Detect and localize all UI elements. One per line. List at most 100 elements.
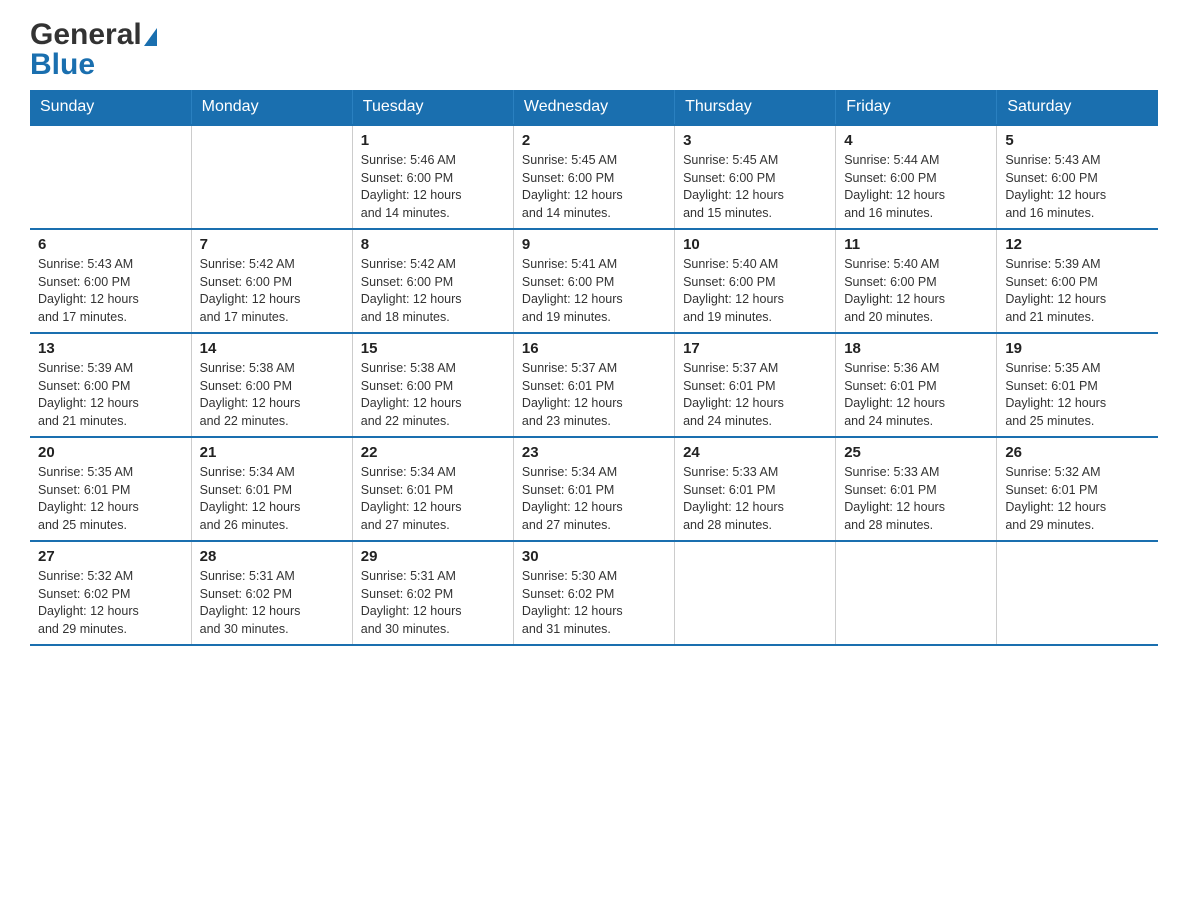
day-number: 9 <box>522 236 666 253</box>
day-number: 26 <box>1005 444 1150 461</box>
day-info: Sunrise: 5:32 AM Sunset: 6:02 PM Dayligh… <box>38 568 183 638</box>
calendar-cell: 10 Sunrise: 5:40 AM Sunset: 6:00 PM Dayli… <box>675 229 836 333</box>
calendar-week-row: 6Sunrise: 5:43 AM Sunset: 6:00 PM Daylig… <box>30 229 1158 333</box>
weekday-header-friday: Friday <box>836 90 997 125</box>
calendar-cell: 1Sunrise: 5:46 AM Sunset: 6:00 PM Daylig… <box>352 125 513 229</box>
calendar-cell: 25 Sunrise: 5:33 AM Sunset: 6:01 PM Dayli… <box>836 437 997 541</box>
day-number: 14 <box>200 340 344 357</box>
calendar-cell: 20 Sunrise: 5:35 AM Sunset: 6:01 PM Dayli… <box>30 437 191 541</box>
day-number: 6 <box>38 236 183 253</box>
day-info: Sunrise: 5:32 AM Sunset: 6:01 PM Dayligh… <box>1005 464 1150 534</box>
day-info: Sunrise: 5:38 AM Sunset: 6:00 PM Dayligh… <box>361 360 505 430</box>
calendar-cell: 29 Sunrise: 5:31 AM Sunset: 6:02 PM Dayli… <box>352 541 513 645</box>
calendar-cell: 6Sunrise: 5:43 AM Sunset: 6:00 PM Daylig… <box>30 229 191 333</box>
day-info: Sunrise: 5:39 AM Sunset: 6:00 PM Dayligh… <box>1005 256 1150 326</box>
day-number: 2 <box>522 132 666 149</box>
calendar-cell: 13 Sunrise: 5:39 AM Sunset: 6:00 PM Dayli… <box>30 333 191 437</box>
day-number: 27 <box>38 548 183 565</box>
calendar-cell: 17 Sunrise: 5:37 AM Sunset: 6:01 PM Dayli… <box>675 333 836 437</box>
logo-combined: General Blue <box>30 20 157 80</box>
calendar-cell: 11Sunrise: 5:40 AM Sunset: 6:00 PM Dayli… <box>836 229 997 333</box>
calendar-week-row: 13 Sunrise: 5:39 AM Sunset: 6:00 PM Dayli… <box>30 333 1158 437</box>
day-info: Sunrise: 5:34 AM Sunset: 6:01 PM Dayligh… <box>361 464 505 534</box>
calendar-cell: 5Sunrise: 5:43 AM Sunset: 6:00 PM Daylig… <box>997 125 1158 229</box>
day-number: 11 <box>844 236 988 253</box>
calendar-week-row: 27 Sunrise: 5:32 AM Sunset: 6:02 PM Dayli… <box>30 541 1158 645</box>
calendar-cell: 30 Sunrise: 5:30 AM Sunset: 6:02 PM Dayli… <box>513 541 674 645</box>
day-info: Sunrise: 5:34 AM Sunset: 6:01 PM Dayligh… <box>522 464 666 534</box>
calendar-cell <box>997 541 1158 645</box>
day-info: Sunrise: 5:35 AM Sunset: 6:01 PM Dayligh… <box>38 464 183 534</box>
day-info: Sunrise: 5:34 AM Sunset: 6:01 PM Dayligh… <box>200 464 344 534</box>
day-number: 23 <box>522 444 666 461</box>
calendar-cell: 22 Sunrise: 5:34 AM Sunset: 6:01 PM Dayli… <box>352 437 513 541</box>
day-info: Sunrise: 5:41 AM Sunset: 6:00 PM Dayligh… <box>522 256 666 326</box>
day-number: 24 <box>683 444 827 461</box>
day-info: Sunrise: 5:45 AM Sunset: 6:00 PM Dayligh… <box>683 152 827 222</box>
weekday-header-saturday: Saturday <box>997 90 1158 125</box>
day-info: Sunrise: 5:31 AM Sunset: 6:02 PM Dayligh… <box>361 568 505 638</box>
day-info: Sunrise: 5:30 AM Sunset: 6:02 PM Dayligh… <box>522 568 666 638</box>
calendar-week-row: 1Sunrise: 5:46 AM Sunset: 6:00 PM Daylig… <box>30 125 1158 229</box>
day-number: 7 <box>200 236 344 253</box>
day-number: 18 <box>844 340 988 357</box>
day-info: Sunrise: 5:35 AM Sunset: 6:01 PM Dayligh… <box>1005 360 1150 430</box>
calendar-cell: 7 Sunrise: 5:42 AM Sunset: 6:00 PM Daylig… <box>191 229 352 333</box>
day-info: Sunrise: 5:45 AM Sunset: 6:00 PM Dayligh… <box>522 152 666 222</box>
day-info: Sunrise: 5:42 AM Sunset: 6:00 PM Dayligh… <box>200 256 344 326</box>
calendar-week-row: 20 Sunrise: 5:35 AM Sunset: 6:01 PM Dayli… <box>30 437 1158 541</box>
calendar-cell: 21 Sunrise: 5:34 AM Sunset: 6:01 PM Dayli… <box>191 437 352 541</box>
day-number: 3 <box>683 132 827 149</box>
calendar-cell: 27 Sunrise: 5:32 AM Sunset: 6:02 PM Dayli… <box>30 541 191 645</box>
calendar-cell: 4Sunrise: 5:44 AM Sunset: 6:00 PM Daylig… <box>836 125 997 229</box>
day-number: 22 <box>361 444 505 461</box>
day-number: 8 <box>361 236 505 253</box>
day-info: Sunrise: 5:40 AM Sunset: 6:00 PM Dayligh… <box>683 256 827 326</box>
calendar-cell: 18Sunrise: 5:36 AM Sunset: 6:01 PM Dayli… <box>836 333 997 437</box>
calendar-cell: 24 Sunrise: 5:33 AM Sunset: 6:01 PM Dayli… <box>675 437 836 541</box>
logo-general-text: General <box>30 20 142 50</box>
calendar-cell: 23 Sunrise: 5:34 AM Sunset: 6:01 PM Dayli… <box>513 437 674 541</box>
calendar-cell: 28 Sunrise: 5:31 AM Sunset: 6:02 PM Dayli… <box>191 541 352 645</box>
day-number: 17 <box>683 340 827 357</box>
day-number: 21 <box>200 444 344 461</box>
day-info: Sunrise: 5:31 AM Sunset: 6:02 PM Dayligh… <box>200 568 344 638</box>
calendar-cell: 9 Sunrise: 5:41 AM Sunset: 6:00 PM Daylig… <box>513 229 674 333</box>
day-info: Sunrise: 5:44 AM Sunset: 6:00 PM Dayligh… <box>844 152 988 222</box>
day-number: 30 <box>522 548 666 565</box>
day-number: 29 <box>361 548 505 565</box>
day-info: Sunrise: 5:38 AM Sunset: 6:00 PM Dayligh… <box>200 360 344 430</box>
weekday-header-monday: Monday <box>191 90 352 125</box>
day-number: 20 <box>38 444 183 461</box>
calendar-cell: 19Sunrise: 5:35 AM Sunset: 6:01 PM Dayli… <box>997 333 1158 437</box>
calendar-cell <box>836 541 997 645</box>
calendar-cell: 16 Sunrise: 5:37 AM Sunset: 6:01 PM Dayli… <box>513 333 674 437</box>
day-number: 16 <box>522 340 666 357</box>
day-info: Sunrise: 5:33 AM Sunset: 6:01 PM Dayligh… <box>683 464 827 534</box>
day-number: 25 <box>844 444 988 461</box>
day-number: 10 <box>683 236 827 253</box>
calendar-cell: 15 Sunrise: 5:38 AM Sunset: 6:00 PM Dayli… <box>352 333 513 437</box>
calendar-table: SundayMondayTuesdayWednesdayThursdayFrid… <box>30 90 1158 646</box>
day-number: 13 <box>38 340 183 357</box>
day-info: Sunrise: 5:33 AM Sunset: 6:01 PM Dayligh… <box>844 464 988 534</box>
day-info: Sunrise: 5:37 AM Sunset: 6:01 PM Dayligh… <box>522 360 666 430</box>
day-number: 1 <box>361 132 505 149</box>
calendar-cell: 14 Sunrise: 5:38 AM Sunset: 6:00 PM Dayli… <box>191 333 352 437</box>
calendar-cell <box>30 125 191 229</box>
calendar-cell: 3 Sunrise: 5:45 AM Sunset: 6:00 PM Daylig… <box>675 125 836 229</box>
day-number: 12 <box>1005 236 1150 253</box>
day-info: Sunrise: 5:39 AM Sunset: 6:00 PM Dayligh… <box>38 360 183 430</box>
day-number: 28 <box>200 548 344 565</box>
calendar-cell <box>675 541 836 645</box>
day-info: Sunrise: 5:37 AM Sunset: 6:01 PM Dayligh… <box>683 360 827 430</box>
weekday-header-tuesday: Tuesday <box>352 90 513 125</box>
calendar-cell: 26 Sunrise: 5:32 AM Sunset: 6:01 PM Dayli… <box>997 437 1158 541</box>
calendar-cell: 12 Sunrise: 5:39 AM Sunset: 6:00 PM Dayli… <box>997 229 1158 333</box>
day-number: 15 <box>361 340 505 357</box>
calendar-cell: 8Sunrise: 5:42 AM Sunset: 6:00 PM Daylig… <box>352 229 513 333</box>
logo-triangle-icon <box>144 28 157 46</box>
calendar-cell: 2 Sunrise: 5:45 AM Sunset: 6:00 PM Daylig… <box>513 125 674 229</box>
weekday-header-wednesday: Wednesday <box>513 90 674 125</box>
page-header: General Blue <box>30 20 1158 80</box>
